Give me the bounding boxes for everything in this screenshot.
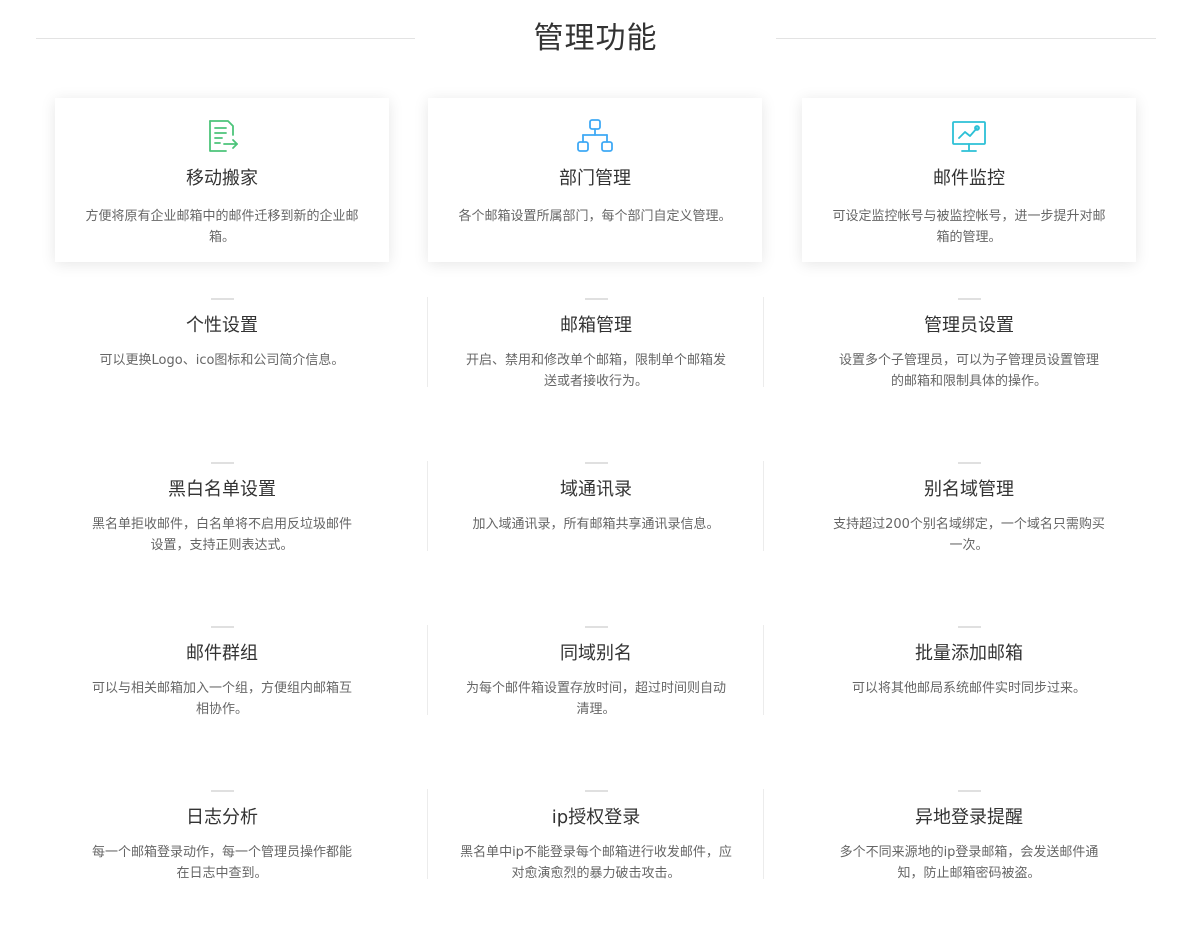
item-divider [211, 626, 234, 628]
header-divider-left [36, 38, 415, 39]
feature-item-log-analysis[interactable]: 日志分析 每一个邮箱登录动作，每一个管理员操作都能在日志中查到。 [54, 790, 390, 882]
feature-item-alias-domain[interactable]: 别名域管理 支持超过200个别名域绑定，一个域名只需购买一次。 [801, 462, 1137, 554]
item-divider [585, 626, 608, 628]
item-description: 支持超过200个别名域绑定，一个域名只需购买一次。 [833, 517, 1105, 553]
feature-item-remote-login-alert[interactable]: 异地登录提醒 多个不同来源地的ip登录邮箱，会发送邮件通知，防止邮箱密码被盗。 [801, 790, 1137, 882]
feature-card-department[interactable]: 部门管理 各个邮箱设置所属部门，每个部门自定义管理。 [428, 98, 762, 262]
item-title: 别名域管理 [924, 479, 1014, 500]
item-divider [958, 626, 981, 628]
item-description: 每一个邮箱登录动作，每一个管理员操作都能在日志中查到。 [91, 845, 352, 881]
feature-card-migration[interactable]: 移动搬家 方便将原有企业邮箱中的邮件迁移到新的企业邮箱。 [55, 98, 389, 262]
item-title: 同域别名 [560, 643, 632, 664]
item-title: 批量添加邮箱 [915, 643, 1023, 664]
item-divider [211, 462, 234, 464]
feature-item-personalization[interactable]: 个性设置 可以更换Logo、ico图标和公司简介信息。 [54, 298, 390, 390]
item-title: 邮件群组 [186, 643, 258, 664]
card-description: 可设定监控帐号与被监控帐号，进一步提升对邮箱的管理。 [832, 209, 1106, 245]
item-description: 加入域通讯录，所有邮箱共享通讯录信息。 [472, 517, 720, 532]
file-transfer-icon [204, 118, 240, 154]
item-divider [211, 790, 234, 792]
card-description: 方便将原有企业邮箱中的邮件迁移到新的企业邮箱。 [85, 209, 359, 245]
feature-item-bulk-add-mailbox[interactable]: 批量添加邮箱 可以将其他邮局系统邮件实时同步过来。 [801, 626, 1137, 718]
feature-item-admin-settings[interactable]: 管理员设置 设置多个子管理员，可以为子管理员设置管理的邮箱和限制具体的操作。 [801, 298, 1137, 390]
feature-item-ip-authorization[interactable]: ip授权登录 黑名单中ip不能登录每个邮箱进行收发邮件，应对愈演愈烈的暴力破击攻… [428, 790, 764, 882]
card-title: 部门管理 [559, 168, 631, 189]
card-title: 移动搬家 [186, 168, 258, 189]
feature-item-mailbox-management[interactable]: 邮箱管理 开启、禁用和修改单个邮箱，限制单个邮箱发送或者接收行为。 [428, 298, 764, 390]
item-divider [585, 462, 608, 464]
item-description: 为每个邮件箱设置存放时间，超过时间则自动清理。 [465, 681, 726, 717]
item-title: 日志分析 [186, 807, 258, 828]
feature-card-monitoring[interactable]: 邮件监控 可设定监控帐号与被监控帐号，进一步提升对邮箱的管理。 [802, 98, 1136, 262]
item-title: 管理员设置 [924, 315, 1014, 336]
feature-item-mail-group[interactable]: 邮件群组 可以与相关邮箱加入一个组，方便组内邮箱互相协作。 [54, 626, 390, 718]
item-description: 黑名单中ip不能登录每个邮箱进行收发邮件，应对愈演愈烈的暴力破击攻击。 [460, 845, 732, 881]
item-title: ip授权登录 [551, 807, 641, 828]
item-description: 多个不同来源地的ip登录邮箱，会发送邮件通知，防止邮箱密码被盗。 [839, 845, 1099, 881]
item-divider [958, 462, 981, 464]
item-description: 可以与相关邮箱加入一个组，方便组内邮箱互相协作。 [91, 681, 352, 717]
section-title: 管理功能 [533, 21, 658, 56]
item-divider [585, 790, 608, 792]
item-divider [958, 298, 981, 300]
header-divider-right [776, 38, 1156, 39]
card-description: 各个邮箱设置所属部门，每个部门自定义管理。 [458, 209, 732, 224]
item-divider [211, 298, 234, 300]
item-divider [958, 790, 981, 792]
item-title: 黑白名单设置 [168, 479, 276, 500]
item-description: 黑名单拒收邮件，白名单将不启用反垃圾邮件设置，支持正则表达式。 [91, 517, 352, 553]
item-description: 可以更换Logo、ico图标和公司简介信息。 [99, 353, 345, 368]
feature-item-domain-contacts[interactable]: 域通讯录 加入域通讯录，所有邮箱共享通讯录信息。 [428, 462, 764, 554]
item-title: 邮箱管理 [560, 315, 632, 336]
section-header: 管理功能 [0, 0, 1185, 80]
item-divider [585, 298, 608, 300]
item-description: 可以将其他邮局系统邮件实时同步过来。 [851, 681, 1086, 696]
item-description: 开启、禁用和修改单个邮箱，限制单个邮箱发送或者接收行为。 [465, 353, 726, 389]
feature-item-same-domain-alias[interactable]: 同域别名 为每个邮件箱设置存放时间，超过时间则自动清理。 [428, 626, 764, 718]
feature-item-blacklist-whitelist[interactable]: 黑白名单设置 黑名单拒收邮件，白名单将不启用反垃圾邮件设置，支持正则表达式。 [54, 462, 390, 554]
card-title: 邮件监控 [933, 168, 1005, 189]
item-description: 设置多个子管理员，可以为子管理员设置管理的邮箱和限制具体的操作。 [838, 353, 1099, 389]
item-title: 域通讯录 [560, 479, 632, 500]
org-chart-icon [577, 118, 613, 154]
item-title: 异地登录提醒 [915, 807, 1023, 828]
monitor-chart-icon [951, 118, 987, 154]
item-title: 个性设置 [186, 315, 258, 336]
